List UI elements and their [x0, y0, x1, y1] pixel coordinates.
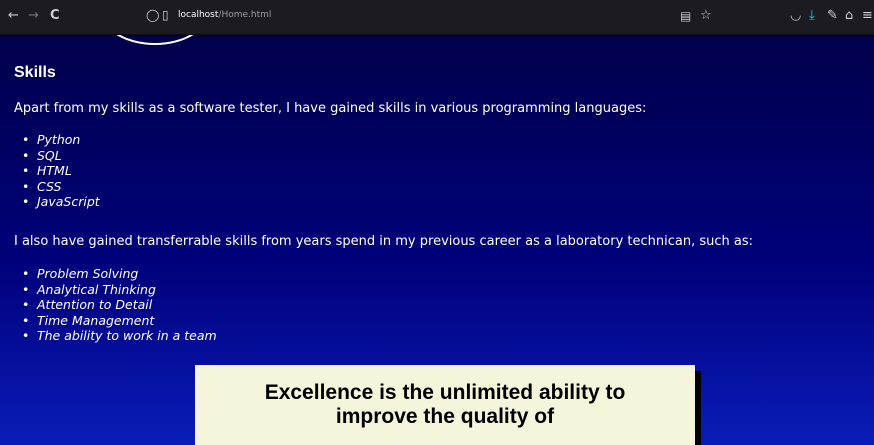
list-item: Time Management	[22, 313, 217, 329]
tools-wrench-icon[interactable]: ✎	[827, 8, 838, 24]
quote-text: Excellence is the unlimited ability to i…	[264, 381, 626, 428]
reload-icon[interactable]: C	[50, 9, 60, 23]
list-item: Analytical Thinking	[22, 282, 217, 298]
skills-heading: Skills	[14, 64, 56, 81]
reader-view-icon[interactable]: ▤	[680, 9, 691, 23]
forward-icon[interactable]: →	[28, 9, 39, 23]
transferable-skills-list: Problem Solving Analytical Thinking Atte…	[22, 266, 217, 344]
list-item: Problem Solving	[22, 266, 217, 282]
url-bar[interactable]: ◯ ▯ localhost/Home.html ▤ ☆	[140, 5, 720, 27]
url-path: /Home.html	[218, 10, 272, 20]
transferable-intro: I also have gained transferrable skills …	[14, 234, 754, 249]
page-info-icon[interactable]: ▯	[162, 8, 169, 22]
back-icon[interactable]: ←	[8, 9, 19, 23]
bookmark-star-icon[interactable]: ☆	[700, 8, 712, 23]
browser-toolbar: ← → C ◯ ▯ localhost/Home.html ▤ ☆ ◡ ⤓ ✎ …	[0, 0, 874, 35]
url-text[interactable]: localhost/Home.html	[178, 10, 271, 20]
list-item: Attention to Detail	[22, 297, 217, 313]
tracking-shield-icon[interactable]: ◯	[146, 8, 159, 22]
extensions-icon[interactable]: ⌂	[845, 8, 853, 24]
list-item: Python	[22, 132, 100, 148]
list-item: HTML	[22, 163, 100, 179]
list-item: JavaScript	[22, 194, 100, 210]
page-content: Skills Apart from my skills as a softwar…	[0, 35, 874, 445]
list-item: SQL	[22, 148, 100, 164]
list-item: CSS	[22, 179, 100, 195]
list-item: The ability to work in a team	[22, 328, 217, 344]
quote-card: Excellence is the unlimited ability to i…	[195, 365, 695, 445]
profile-image-frame	[100, 35, 210, 45]
menu-icon[interactable]: ≡	[862, 8, 873, 24]
skills-intro: Apart from my skills as a software teste…	[14, 101, 647, 116]
download-icon[interactable]: ⤓	[809, 8, 815, 24]
pocket-icon[interactable]: ◡	[790, 8, 801, 24]
languages-list: Python SQL HTML CSS JavaScript	[22, 132, 100, 210]
url-host: localhost	[178, 10, 219, 20]
